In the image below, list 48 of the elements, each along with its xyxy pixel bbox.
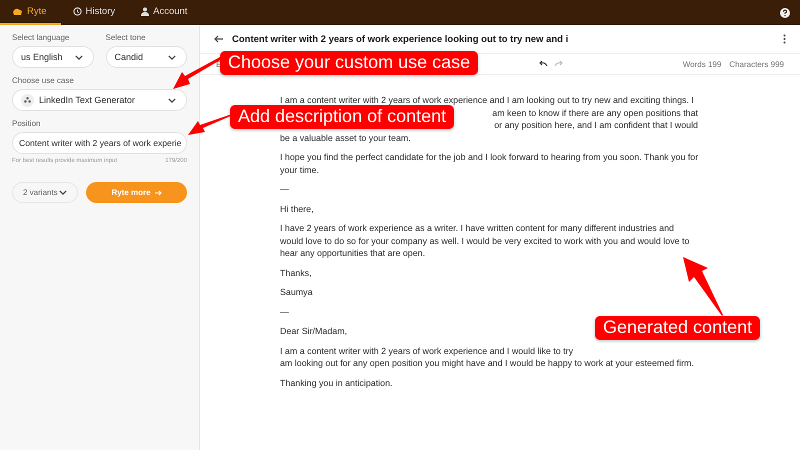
- back-icon[interactable]: [214, 35, 224, 43]
- field-label: Select language: [12, 33, 70, 42]
- body-text: am keen to know if there are any open positions that: [492, 108, 698, 118]
- nav-tab[interactable]: Account: [129, 0, 202, 25]
- body-text: Thanks,: [280, 268, 312, 278]
- document-title: Content writer with 2 years of work experience looking out to try new and i: [232, 34, 568, 44]
- chevron-icon: [74, 54, 82, 60]
- body-text: am looking out for any open position you might have and I would be happy to work at your esteemed firm.: [280, 358, 694, 368]
- body-text: I am a content writer with 2 years of work experience and I am looking out to try new and exciting things. I: [280, 95, 694, 105]
- callout-label: Generated content: [595, 316, 760, 340]
- body-text: hear any opportunities that are open.: [280, 248, 426, 258]
- help-icon[interactable]: [780, 8, 790, 18]
- body-text: I hope you find the perfect candidate for the job and I look forward to hearing from you soon. Thank you for: [280, 152, 698, 162]
- arrow-icon: [154, 190, 162, 196]
- body-text: your time.: [280, 164, 319, 174]
- character-count: Characters 999: [729, 60, 784, 68]
- tone-select[interactable]: Candid: [106, 46, 187, 68]
- word-count: Words 199: [682, 60, 722, 68]
- body-text: —: [280, 184, 289, 194]
- chevron-icon: [168, 54, 176, 60]
- field-label: Position: [12, 119, 42, 128]
- body-text: —: [280, 306, 289, 316]
- chevron-icon: [59, 190, 67, 195]
- clock-icon: [72, 7, 82, 16]
- callout-arrow: [680, 255, 724, 317]
- use-case-select[interactable]: LinkedIn Text Generator: [12, 89, 187, 111]
- variants-select[interactable]: 2 variants: [12, 182, 78, 203]
- body-text: I have 2 years of work experience as a writer. I have written content for many different industries and: [280, 223, 674, 233]
- callout-label: Add description of content: [230, 105, 454, 129]
- callout-label: Choose your custom use case: [220, 51, 478, 75]
- more-icon[interactable]: [783, 34, 786, 44]
- language-select[interactable]: us English: [12, 46, 94, 68]
- field-label: Choose use case: [12, 76, 75, 85]
- person-icon: [141, 7, 150, 16]
- field-label: Select tone: [106, 33, 147, 42]
- position-field[interactable]: Content writer with 2 years of work experie: [12, 132, 187, 154]
- body-text: Hi there,: [280, 204, 314, 214]
- body-text: Thanking you in anticipation.: [280, 378, 392, 388]
- body-text: would love to do so for your company as well. I would be very excited to work with you and would love to: [280, 236, 690, 246]
- people-icon: [21, 94, 34, 106]
- undo-icon[interactable]: [539, 61, 548, 67]
- nav-tab[interactable]: History: [60, 0, 130, 25]
- body-text: Dear Sir/Madam,: [280, 326, 348, 336]
- body-text: be a valuable asset to your team.: [280, 132, 411, 142]
- chevron-icon: [168, 98, 176, 102]
- body-text: or any position here, and I am confident that I would: [494, 120, 698, 130]
- body-text: Saumya: [280, 287, 313, 297]
- body-text: I am a content writer with 2 years of work experience and I would like to try: [280, 346, 574, 356]
